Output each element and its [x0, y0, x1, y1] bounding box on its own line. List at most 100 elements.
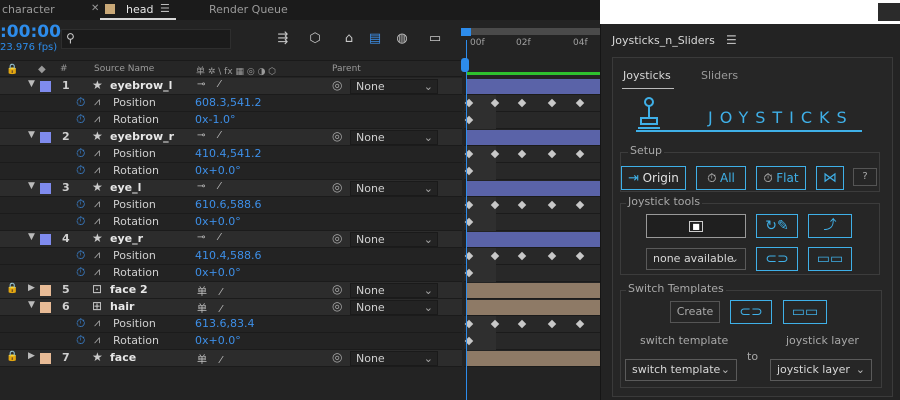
switch-link-button[interactable]: ⊂⊃ — [730, 300, 772, 324]
tab-joysticks[interactable]: Joysticks — [623, 69, 671, 82]
pickwhip-icon[interactable]: ◎ — [332, 78, 342, 92]
property-row[interactable]: ⏱ ⩘ Rotation 0x+0.0° — [0, 265, 462, 282]
layer-duration-bar[interactable] — [464, 231, 600, 248]
graph-icon[interactable]: ⩘ — [94, 316, 100, 330]
layer-duration-bar[interactable] — [464, 282, 600, 299]
keyframe[interactable] — [547, 200, 557, 210]
work-area-bar[interactable] — [464, 28, 600, 35]
keyframe[interactable] — [575, 200, 585, 210]
twirl-right-icon[interactable]: ▶ — [28, 351, 35, 361]
layer-name[interactable]: eyebrow_l — [110, 79, 172, 92]
property-keyframe-track[interactable] — [464, 146, 600, 163]
tab-sliders[interactable]: Sliders — [701, 69, 738, 82]
layer-row[interactable]: ▼ 3 ★ eye_l ⊸ ⁄ ◎ None ⌄ — [0, 180, 462, 197]
layer-row[interactable]: 🔒 ▶ 5 ⊡ face 2 单 ⁄ ◎ None ⌄ — [0, 282, 462, 299]
graph-icon[interactable]: ⩘ — [94, 248, 100, 262]
stopwatch-icon[interactable]: ⏱ — [76, 316, 85, 331]
flat-button[interactable]: ⏱ Flat — [756, 166, 806, 190]
graph-icon[interactable]: ⩘ — [94, 265, 100, 279]
label-color-swatch[interactable] — [40, 132, 51, 143]
layer-row[interactable]: ▼ 2 ★ eyebrow_r ⊸ ⁄ ◎ None ⌄ — [0, 129, 462, 146]
property-value[interactable]: 0x+0.0° — [195, 215, 241, 228]
keyframe[interactable] — [575, 251, 585, 261]
tab-menu-icon[interactable]: ☰ — [160, 2, 170, 15]
property-value[interactable]: 608.3,541.2 — [195, 96, 261, 109]
pickwhip-icon[interactable]: ◎ — [332, 129, 342, 143]
tools-dropdown[interactable]: none available ⌄ — [646, 248, 746, 270]
twirl-down-icon[interactable]: ▼ — [28, 79, 35, 89]
keyframe[interactable] — [575, 319, 585, 329]
playhead-knob[interactable] — [461, 58, 469, 72]
layer-row[interactable]: ▼ 6 ⊞ hair 单 ⁄ ◎ None ⌄ — [0, 299, 462, 316]
all-button[interactable]: ⏱ All — [696, 166, 746, 190]
tab-head[interactable]: head — [126, 0, 153, 20]
layer-name[interactable]: face — [110, 351, 136, 364]
graph-icon[interactable]: ⩘ — [94, 197, 100, 211]
graph-icon[interactable]: ⩘ — [94, 163, 100, 177]
stopwatch-icon[interactable]: ⏱ — [76, 214, 85, 229]
graph-icon[interactable]: ⩘ — [94, 214, 100, 228]
label-color-swatch[interactable] — [40, 234, 51, 245]
property-value[interactable]: 610.6,588.6 — [195, 198, 261, 211]
keyframe[interactable] — [517, 319, 527, 329]
property-keyframe-track[interactable] — [464, 333, 600, 350]
parent-dropdown[interactable]: None ⌄ — [350, 79, 438, 94]
property-keyframe-track[interactable] — [464, 112, 600, 129]
layer-switches[interactable]: 单 ⁄ — [197, 300, 227, 315]
label-color-swatch[interactable] — [40, 81, 51, 92]
joystick-layer-dropdown[interactable]: joystick layer ⌄ — [770, 359, 872, 381]
property-value[interactable]: 0x+0.0° — [195, 334, 241, 347]
layer-switches[interactable]: ⊸ ⁄ — [197, 130, 225, 141]
layer-switches[interactable]: ⊸ ⁄ — [197, 79, 225, 90]
property-keyframe-track[interactable] — [464, 265, 600, 282]
origin-button[interactable]: ⇥ Origin — [621, 166, 686, 190]
playhead-line[interactable] — [466, 40, 467, 400]
property-keyframe-track[interactable] — [464, 95, 600, 112]
keyframe[interactable] — [547, 251, 557, 261]
property-value[interactable]: 410.4,541.2 — [195, 147, 261, 160]
parent-dropdown[interactable]: None ⌄ — [350, 232, 438, 247]
property-row[interactable]: ⏱ ⩘ Rotation 0x-1.0° — [0, 112, 462, 129]
property-row[interactable]: ⏱ ⩘ Position 608.3,541.2 — [0, 95, 462, 112]
switch-template-dropdown[interactable]: switch template ⌄ — [625, 359, 737, 381]
pickwhip-icon[interactable]: ◎ — [332, 299, 342, 313]
pickwhip-icon[interactable]: ◎ — [332, 350, 342, 364]
shy-layers-icon[interactable]: ⌂ — [339, 29, 359, 49]
panel-collapse-button[interactable] — [878, 3, 900, 21]
property-keyframe-track[interactable] — [464, 214, 600, 231]
stopwatch-icon[interactable]: ⏱ — [76, 95, 85, 110]
stopwatch-icon[interactable]: ⏱ — [76, 248, 85, 263]
twirl-right-icon[interactable]: ▶ — [28, 283, 35, 293]
current-timecode[interactable]: :00:00 — [0, 22, 61, 42]
keyframe[interactable] — [547, 149, 557, 159]
property-value[interactable]: 613.6,83.4 — [195, 317, 254, 330]
label-color-swatch[interactable] — [40, 183, 51, 194]
label-color-swatch[interactable] — [40, 353, 51, 364]
help-button[interactable]: ? — [853, 168, 877, 186]
property-value[interactable]: 0x-1.0° — [195, 113, 235, 126]
keyframe[interactable] — [547, 98, 557, 108]
property-row[interactable]: ⏱ ⩘ Rotation 0x+0.0° — [0, 333, 462, 350]
pickwhip-icon[interactable]: ◎ — [332, 231, 342, 245]
source-name-column[interactable]: Source Name — [94, 64, 154, 74]
unlink-button[interactable]: ▭▭ — [808, 247, 852, 271]
graph-icon[interactable]: ⩘ — [94, 333, 100, 347]
property-value[interactable]: 0x+0.0° — [195, 266, 241, 279]
parent-dropdown[interactable]: None ⌄ — [350, 283, 438, 298]
stopwatch-icon[interactable]: ⏱ — [76, 163, 85, 178]
layer-duration-bar[interactable] — [464, 299, 600, 316]
switch-unlink-button[interactable]: ▭▭ — [783, 300, 827, 324]
curve-button[interactable]: ⤴ — [808, 214, 852, 238]
parent-dropdown[interactable]: None ⌄ — [350, 300, 438, 315]
layer-duration-bar[interactable] — [464, 180, 600, 197]
layer-name[interactable]: face 2 — [110, 283, 148, 296]
draft-3d-icon[interactable]: ⬡ — [305, 29, 325, 49]
property-row[interactable]: ⏱ ⩘ Position 610.6,588.6 — [0, 197, 462, 214]
layer-switches[interactable]: 单 ⁄ — [197, 351, 227, 366]
property-keyframe-track[interactable] — [464, 197, 600, 214]
create-button[interactable]: Create — [670, 301, 720, 323]
frame-blending-icon[interactable]: ▤ — [365, 29, 385, 49]
motion-blur-icon[interactable]: ◍ — [392, 29, 412, 49]
keyframe[interactable] — [517, 251, 527, 261]
layer-row[interactable]: ▼ 4 ★ eye_r ⊸ ⁄ ◎ None ⌄ — [0, 231, 462, 248]
